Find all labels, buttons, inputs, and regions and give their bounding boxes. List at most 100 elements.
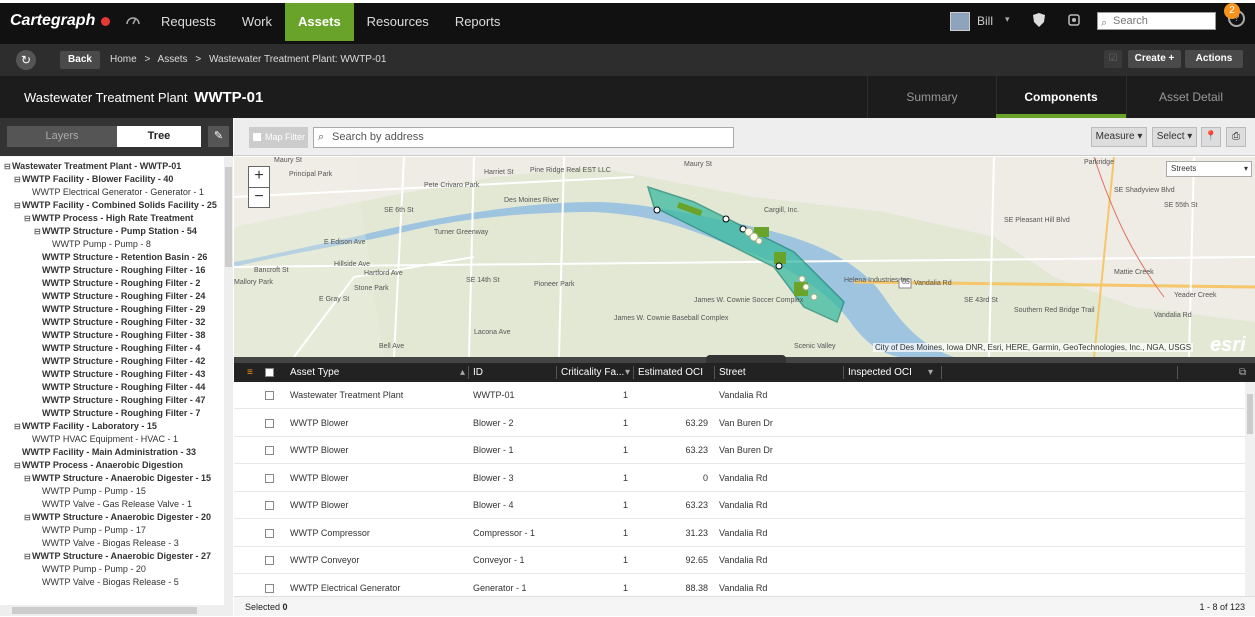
- tree-item[interactable]: WWTP Structure - Roughing Filter - 42: [34, 355, 205, 367]
- table-row[interactable]: WWTP Electrical Generator Generator - 1 1 8…: [234, 575, 1245, 597]
- tree-item[interactable]: WWTP Valve - Gas Release Valve - 1: [34, 498, 192, 510]
- expand-icon[interactable]: ⧉: [1239, 363, 1246, 382]
- actions-button[interactable]: Actions: [1185, 50, 1243, 68]
- column-asset-type[interactable]: Asset Type: [290, 363, 339, 382]
- expand-toggle-icon[interactable]: ⊟: [24, 512, 32, 524]
- tree-item[interactable]: ⊟Wastewater Treatment Plant - WWTP-01: [4, 160, 181, 172]
- tree-item[interactable]: ⊟WWTP Structure - Anaerobic Digester - 2…: [24, 511, 211, 523]
- table-row[interactable]: WWTP Blower Blower - 1 1 63.23 Van Buren Dr: [234, 437, 1245, 464]
- global-search-input[interactable]: ⌕ Search: [1097, 12, 1216, 30]
- column-street[interactable]: Street: [719, 363, 746, 382]
- tab-summary[interactable]: Summary: [867, 76, 996, 118]
- tree-item[interactable]: WWTP Structure - Retention Basin - 26: [34, 251, 207, 263]
- zoom-out-button[interactable]: −: [248, 187, 270, 208]
- notification-badge[interactable]: 2: [1224, 3, 1240, 19]
- tree-item[interactable]: WWTP Structure - Roughing Filter - 16: [34, 264, 205, 276]
- column-inspected-oci[interactable]: Inspected OCI: [848, 363, 912, 382]
- column-id[interactable]: ID: [473, 363, 483, 382]
- nav-requests[interactable]: Requests: [148, 3, 229, 41]
- chevron-down-icon[interactable]: ▾: [625, 363, 630, 382]
- checkbox-icon[interactable]: ☑: [1104, 50, 1122, 68]
- expand-toggle-icon[interactable]: ⊟: [14, 174, 22, 186]
- breadcrumb-home[interactable]: Home: [110, 54, 137, 65]
- dashboard-gauge-icon[interactable]: [125, 13, 141, 25]
- table-row[interactable]: WWTP Blower Blower - 4 1 63.23 Vandalia Rd: [234, 492, 1245, 519]
- tree-item[interactable]: WWTP Pump - Pump - 15: [34, 485, 146, 497]
- tree-item[interactable]: ⊟WWTP Process - Anaerobic Digestion: [14, 459, 183, 471]
- row-checkbox[interactable]: [265, 528, 274, 538]
- tree-item[interactable]: WWTP Structure - Roughing Filter - 43: [34, 368, 205, 380]
- sort-asc-icon[interactable]: ▴: [460, 363, 465, 382]
- expand-toggle-icon[interactable]: ⊟: [4, 161, 12, 173]
- chevron-down-icon[interactable]: ▾: [928, 363, 933, 382]
- tree-item[interactable]: WWTP HVAC Equipment - HVAC - 1: [24, 433, 178, 445]
- column-estimated-oci[interactable]: Estimated OCI: [638, 363, 703, 382]
- create-button[interactable]: Create +: [1128, 50, 1181, 68]
- nav-reports[interactable]: Reports: [442, 3, 514, 41]
- tree-item[interactable]: WWTP Structure - Roughing Filter - 44: [34, 381, 205, 393]
- tree-item[interactable]: WWTP Structure - Roughing Filter - 29: [34, 303, 205, 315]
- refresh-icon[interactable]: ↻: [16, 50, 36, 70]
- tree-toggle[interactable]: Tree: [117, 126, 201, 147]
- zoom-in-button[interactable]: +: [248, 166, 270, 187]
- tree-item[interactable]: ⊟WWTP Facility - Combined Solids Facilit…: [14, 199, 217, 211]
- tree-item[interactable]: WWTP Structure - Roughing Filter - 38: [34, 329, 205, 341]
- row-checkbox[interactable]: [265, 583, 274, 593]
- address-search-input[interactable]: ⌕ Search by address: [313, 127, 734, 148]
- row-checkbox[interactable]: [265, 446, 274, 455]
- tree-item[interactable]: ⊟WWTP Structure - Anaerobic Digester - 1…: [24, 472, 211, 484]
- pencil-icon[interactable]: ✎: [208, 126, 229, 147]
- nav-resources[interactable]: Resources: [354, 3, 442, 41]
- layers-toggle[interactable]: Layers: [7, 126, 117, 147]
- select-all-checkbox[interactable]: [265, 368, 274, 377]
- row-checkbox[interactable]: [265, 418, 274, 428]
- tree-item[interactable]: WWTP Structure - Roughing Filter - 4: [34, 342, 200, 354]
- sort-icon[interactable]: ≡: [247, 363, 253, 382]
- tree-item[interactable]: WWTP Pump - Pump - 8: [44, 238, 151, 250]
- select-button[interactable]: Select ▾: [1152, 127, 1197, 147]
- tree-item[interactable]: ⊟WWTP Facility - Blower Facility - 40: [14, 173, 173, 185]
- table-row[interactable]: WWTP Compressor Compressor - 1 1 31.23 Vanda…: [234, 520, 1245, 547]
- tree-item[interactable]: WWTP Structure - Roughing Filter - 24: [34, 290, 205, 302]
- tree-item[interactable]: ⊟WWTP Structure - Anaerobic Digester - 2…: [24, 550, 211, 562]
- map-view[interactable]: Maury St Harriet St Des Moines River E E…: [234, 157, 1255, 357]
- user-name[interactable]: Bill: [977, 14, 993, 28]
- table-row[interactable]: WWTP Blower Blower - 2 1 63.29 Van Buren Dr: [234, 410, 1245, 437]
- row-checkbox[interactable]: [265, 473, 274, 483]
- row-checkbox[interactable]: [265, 501, 274, 510]
- expand-toggle-icon[interactable]: ⊟: [24, 551, 32, 563]
- tree-item[interactable]: WWTP Structure - Roughing Filter - 7: [34, 407, 200, 419]
- column-criticality[interactable]: Criticality Fa...: [561, 363, 624, 382]
- tree-item[interactable]: WWTP Pump - Pump - 20: [34, 563, 146, 575]
- expand-toggle-icon[interactable]: ⊟: [34, 226, 42, 238]
- tree-item[interactable]: WWTP Electrical Generator - Generator - …: [24, 186, 204, 198]
- sync-icon[interactable]: [1066, 12, 1082, 28]
- tab-asset-detail[interactable]: Asset Detail: [1126, 76, 1255, 118]
- breadcrumb-assets[interactable]: Assets: [158, 54, 188, 65]
- tree-item[interactable]: WWTP Valve - Biogas Release - 3: [34, 537, 179, 549]
- measure-button[interactable]: Measure ▾: [1091, 127, 1147, 147]
- expand-toggle-icon[interactable]: ⊟: [24, 473, 32, 485]
- app-logo[interactable]: Cartegraph: [10, 12, 95, 30]
- back-button[interactable]: Back: [60, 51, 100, 69]
- tree-item[interactable]: ⊟WWTP Structure - Pump Station - 54: [34, 225, 197, 237]
- row-checkbox[interactable]: [265, 391, 274, 400]
- nav-work[interactable]: Work: [229, 3, 285, 41]
- tree-item[interactable]: ⊟WWTP Facility - Laboratory - 15: [14, 420, 157, 432]
- table-row[interactable]: WWTP Conveyor Conveyor - 1 1 92.65 Vandalia …: [234, 547, 1245, 574]
- tree-item[interactable]: WWTP Structure - Roughing Filter - 47: [34, 394, 205, 406]
- chevron-down-icon[interactable]: ▾: [1005, 14, 1010, 25]
- tree-horizontal-thumb[interactable]: [12, 607, 197, 614]
- tree-item[interactable]: ⊟WWTP Process - High Rate Treatment: [24, 212, 193, 224]
- avatar[interactable]: [950, 12, 970, 31]
- map-filter-checkbox[interactable]: Map Filter: [249, 127, 308, 148]
- expand-toggle-icon[interactable]: ⊟: [14, 200, 22, 212]
- tree-item[interactable]: WWTP Structure - Roughing Filter - 2: [34, 277, 200, 289]
- row-checkbox[interactable]: [265, 556, 274, 565]
- expand-toggle-icon[interactable]: ⊟: [14, 460, 22, 472]
- splitter-handle[interactable]: [706, 355, 786, 363]
- grid-scroll-thumb[interactable]: [1247, 394, 1253, 434]
- basemap-select[interactable]: Streets ▾: [1166, 161, 1252, 177]
- table-row[interactable]: Wastewater Treatment Plant WWTP-01 1 Vandal…: [234, 382, 1245, 409]
- map-pin-icon[interactable]: 📍: [1201, 127, 1221, 147]
